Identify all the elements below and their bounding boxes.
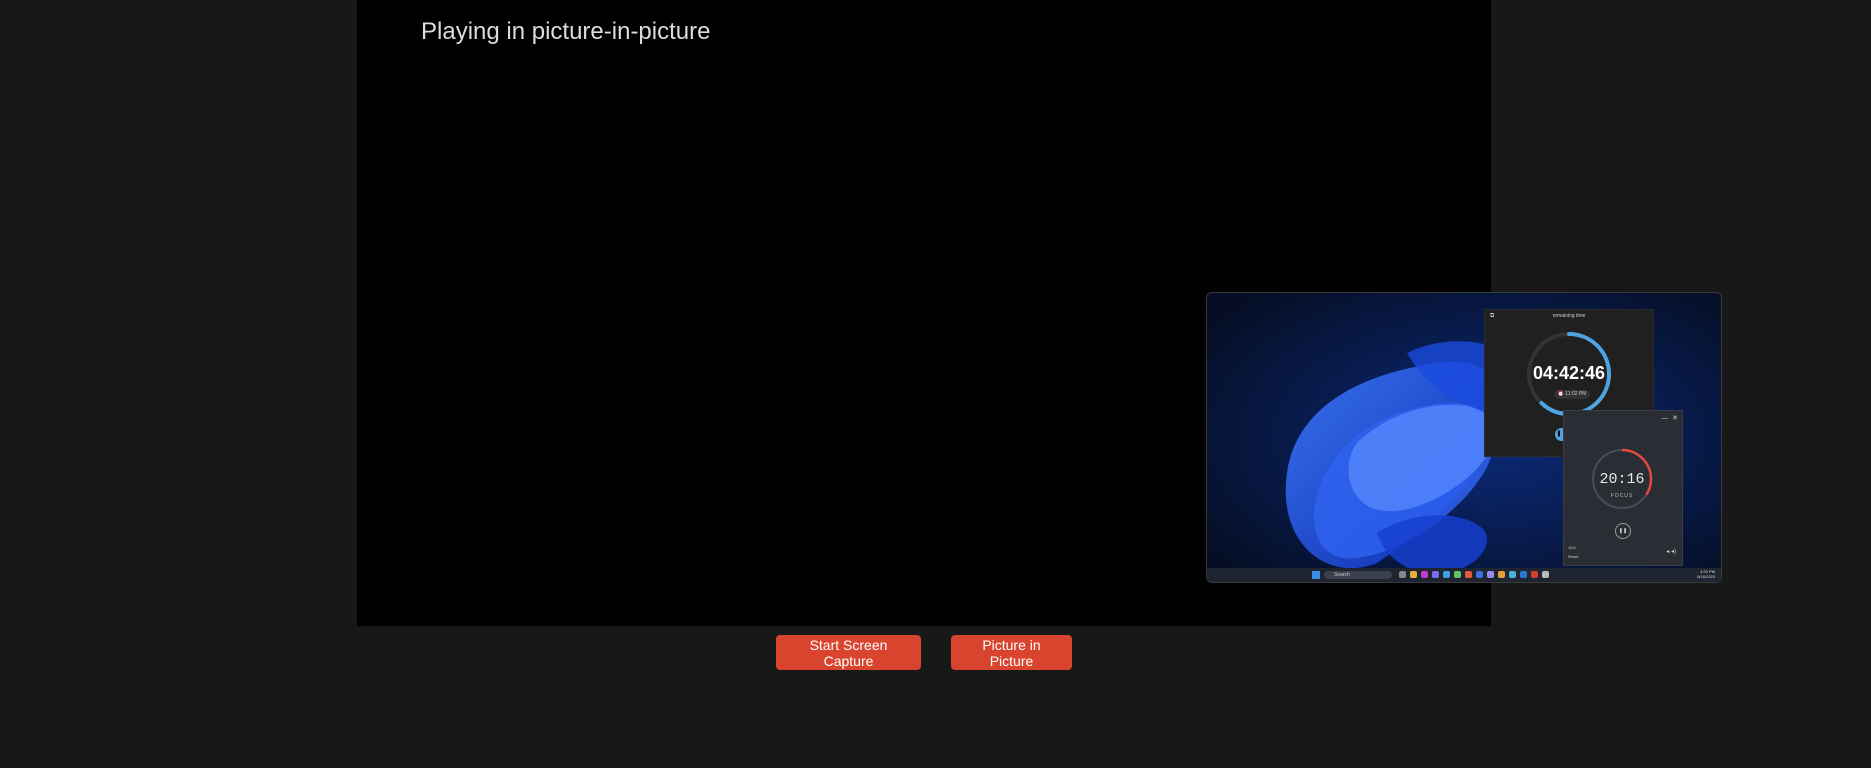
app-icon[interactable]: [1410, 571, 1417, 578]
app-icon[interactable]: [1509, 571, 1516, 578]
remaining-time: 04:42:46: [1532, 363, 1606, 383]
start-screen-capture-button[interactable]: Start Screen Capture: [776, 635, 921, 670]
volume-icon[interactable]: ◂ ◂): [1666, 548, 1676, 555]
taskbar: Search 4:20 PM 6/16/2023: [1207, 568, 1721, 582]
app-icon[interactable]: [1542, 571, 1549, 578]
app-icon[interactable]: [1432, 571, 1439, 578]
pause-icon[interactable]: ❚❚: [1615, 523, 1631, 539]
alarm-time: ⏰ 11:02 PM: [1554, 390, 1590, 399]
pip-window[interactable]: ⧉ remaining time 04:42:46 ⏰ 11:02 PM ❚❚ …: [1206, 292, 1722, 583]
app-icon[interactable]: [1443, 571, 1450, 578]
clock-date: 6/16/2023: [1697, 574, 1715, 579]
session-count: 10/4: [1568, 545, 1576, 550]
focus-progress-ring: [1591, 448, 1653, 510]
taskbar-clock: 4:20 PM 6/16/2023: [1697, 569, 1715, 579]
taskbar-search[interactable]: Search: [1324, 571, 1392, 579]
app-icon[interactable]: [1487, 571, 1494, 578]
app-icon[interactable]: [1465, 571, 1472, 578]
app-icon[interactable]: [1399, 571, 1406, 578]
pip-status-text: Playing in picture-in-picture: [421, 18, 711, 45]
focus-timer-widget[interactable]: — ✕ 20:16 FOCUS ❚❚ 10/4 Reset ◂ ◂): [1563, 410, 1683, 566]
focus-time: 20:16: [1599, 471, 1645, 488]
picture-in-picture-button[interactable]: Picture in Picture: [951, 635, 1072, 670]
reset-link[interactable]: Reset: [1568, 554, 1578, 559]
app-icon[interactable]: [1476, 571, 1483, 578]
start-icon[interactable]: [1312, 571, 1320, 579]
app-icon[interactable]: [1454, 571, 1461, 578]
app-icon[interactable]: [1421, 571, 1428, 578]
app-icon[interactable]: [1520, 571, 1527, 578]
taskbar-apps: [1399, 571, 1549, 578]
app-icon[interactable]: [1531, 571, 1538, 578]
focus-mode-label: FOCUS: [1610, 493, 1634, 499]
app-icon[interactable]: [1498, 571, 1505, 578]
